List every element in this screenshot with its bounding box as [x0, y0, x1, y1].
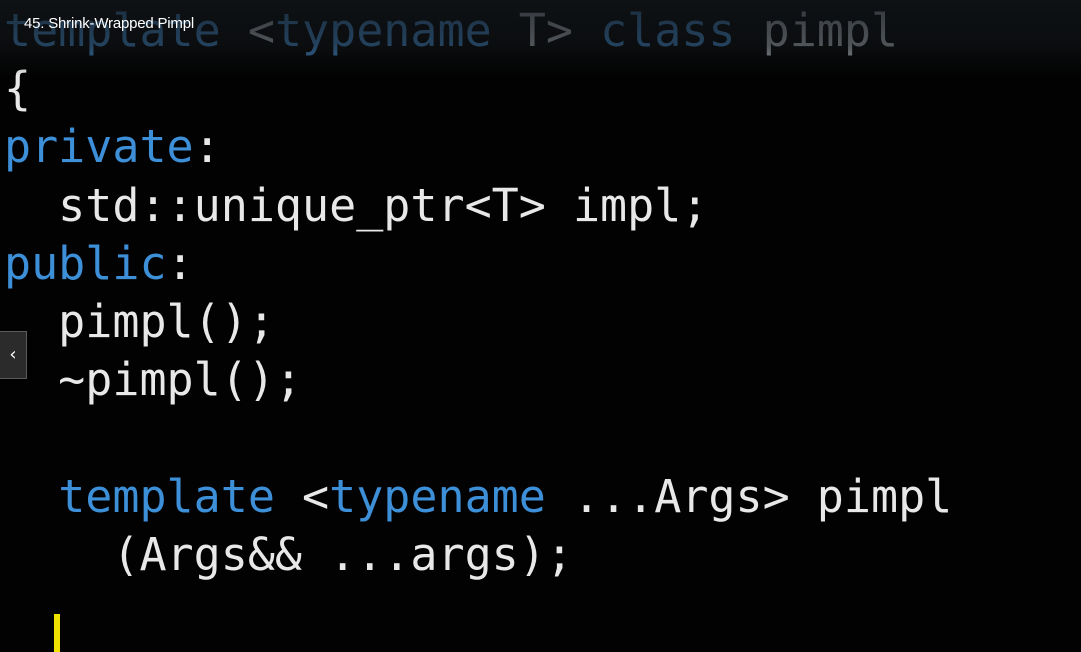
code-colon: :: [193, 120, 221, 174]
code-line-3: private:: [4, 118, 952, 176]
code-line-2: {: [4, 62, 32, 116]
code-colon: :: [166, 236, 194, 290]
code-line-10: (Args&& ...args);: [4, 527, 573, 581]
keyword-typename: typename: [329, 469, 546, 523]
text-cursor: [54, 614, 60, 652]
code-variadic-ctor: ...Args> pimpl: [545, 469, 953, 523]
code-line-7: ~pimpl();: [4, 353, 303, 407]
code-line-6: pimpl();: [4, 294, 275, 348]
keyword-template: template: [58, 469, 275, 523]
keyword-public: public: [4, 236, 167, 290]
video-title: 45. Shrink-Wrapped Pimpl: [24, 15, 194, 32]
keyword-private: private: [4, 120, 194, 174]
chevron-left-icon: ‹: [9, 344, 17, 365]
code-class-name: pimpl: [735, 4, 899, 57]
keyword-typename: typename: [274, 4, 492, 57]
code-angle-open: <: [274, 469, 330, 523]
video-frame: template <typename T> class pimpl{privat…: [0, 0, 1081, 652]
keyword-class: class: [600, 4, 736, 57]
code-line-5: public:: [4, 235, 952, 293]
code-line-4: std::unique_ptr<T> impl;: [4, 178, 709, 232]
previous-button[interactable]: ‹: [0, 331, 27, 379]
code-line-9: template <typename ...Args> pimpl: [4, 468, 952, 526]
code-angle-open: <: [247, 4, 275, 57]
code-listing: template <typename T> class pimpl{privat…: [4, 2, 952, 584]
code-type-param: T>: [491, 4, 601, 57]
